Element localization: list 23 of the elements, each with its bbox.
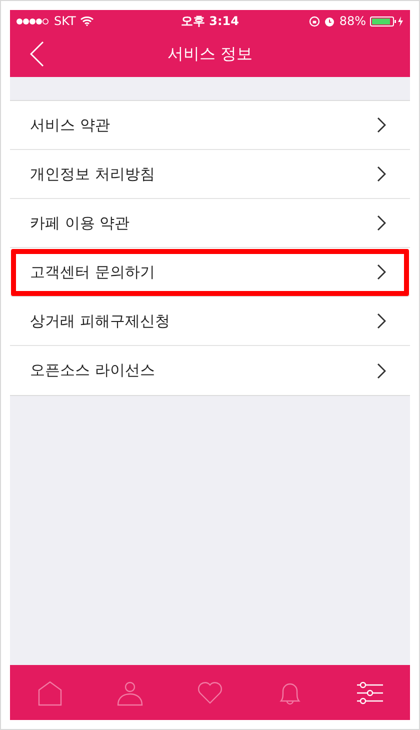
home-icon[interactable] (36, 678, 64, 706)
signal-icon (16, 18, 50, 24)
back-icon[interactable] (30, 41, 44, 67)
carrier-name: SKT (54, 14, 76, 28)
menu-item[interactable]: 오픈소스 라이선스 (10, 346, 410, 395)
status-time: 오후 3:14 (180, 12, 240, 30)
alarm-icon (324, 16, 336, 26)
chevron-icon (377, 362, 386, 378)
menu-item[interactable]: 개인정보 처리방침 (10, 150, 410, 199)
battery-percent: 88% (339, 14, 366, 28)
chevron-icon (377, 215, 386, 231)
chevron-icon (377, 166, 386, 182)
rotation-lock-icon (309, 16, 320, 26)
menu-item[interactable]: 서비스 약관 (10, 101, 410, 150)
menu-item[interactable]: 상거래 피해구제신청 (10, 297, 410, 346)
menu-item[interactable]: 고객센터 문의하기 (10, 248, 410, 297)
wifi-icon (80, 16, 94, 26)
chevron-icon (377, 264, 386, 280)
chevron-icon (377, 313, 386, 329)
menu-item[interactable]: 카페 이용 약관 (10, 199, 410, 248)
screen-title: 서비스 정보 (167, 44, 253, 65)
battery-charging-icon (370, 16, 404, 26)
chevron-icon (377, 117, 386, 133)
